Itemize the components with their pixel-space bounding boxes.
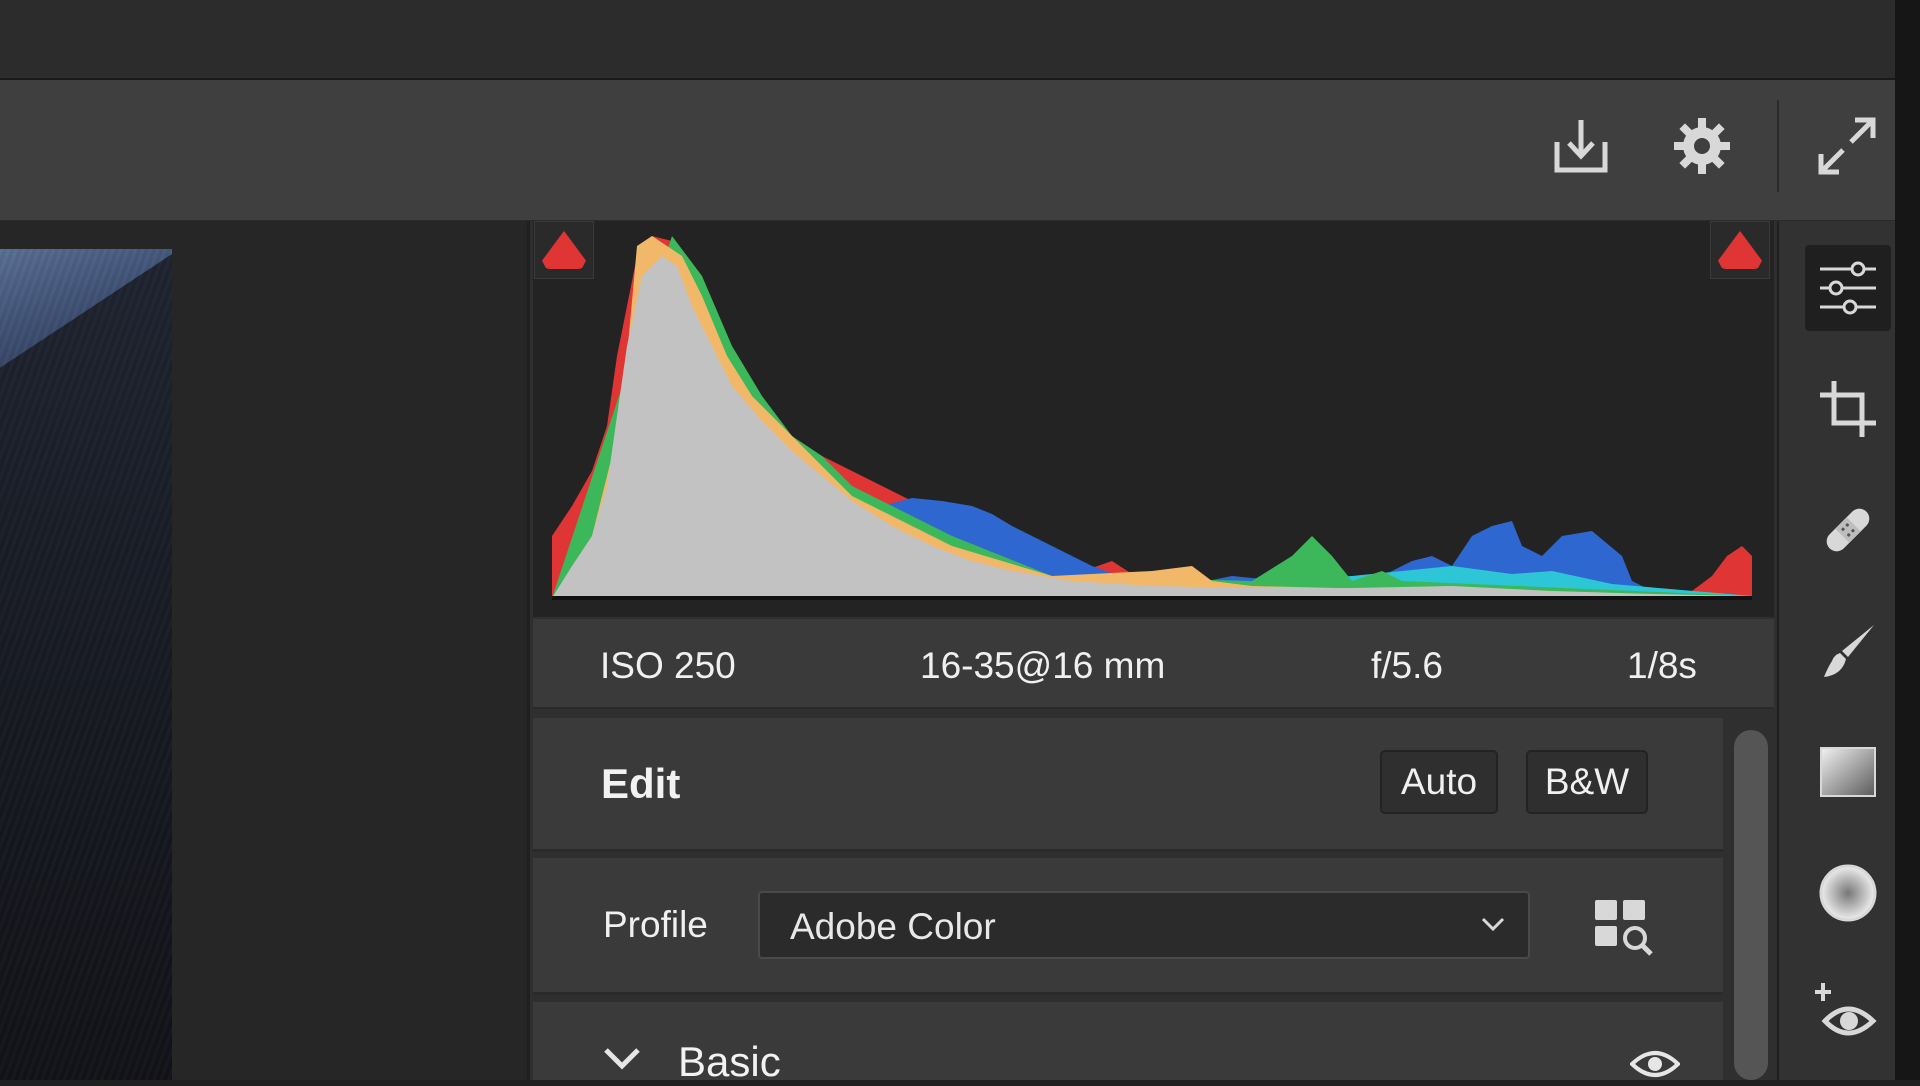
- healing-tool-button[interactable]: [1805, 487, 1891, 573]
- redeye-icon: [1815, 983, 1877, 1036]
- histogram-graph: [552, 236, 1752, 600]
- chevron-down-icon: [1481, 917, 1505, 932]
- aperture-value: f/5.6: [1371, 645, 1443, 686]
- bw-button[interactable]: B&W: [1526, 750, 1648, 814]
- auto-button[interactable]: Auto: [1380, 750, 1498, 814]
- crop-icon: [1820, 381, 1876, 437]
- radial-gradient-tool-button[interactable]: [1805, 850, 1891, 936]
- linear-gradient-tool-button[interactable]: [1805, 729, 1891, 815]
- redeye-tool-button[interactable]: [1805, 971, 1891, 1057]
- eye-icon[interactable]: [1630, 1048, 1680, 1080]
- profile-select[interactable]: Adobe Color: [758, 891, 1530, 959]
- sliders-icon: [1820, 261, 1876, 315]
- photo-preview[interactable]: [0, 249, 172, 1080]
- lens-value: 16-35@16 mm: [920, 645, 1166, 686]
- profile-select-value: Adobe Color: [790, 906, 996, 947]
- brush-icon: [1824, 625, 1874, 677]
- expand-icon[interactable]: [1815, 114, 1879, 178]
- profile-browser-icon[interactable]: [1595, 900, 1655, 956]
- chevron-down-icon[interactable]: [600, 1042, 644, 1072]
- radial-gradient-icon: [1819, 864, 1877, 922]
- exif-info-bar: ISO 250 16-35@16 mm f/5.6 1/8s: [533, 619, 1774, 709]
- crop-tool-button[interactable]: [1805, 366, 1891, 452]
- edit-tool-button[interactable]: [1805, 245, 1891, 331]
- toolbar-divider: [1777, 100, 1779, 192]
- profile-label: Profile: [603, 904, 708, 945]
- panel-scrollbar-thumb[interactable]: [1734, 730, 1768, 1080]
- window-edge: [1895, 0, 1920, 1080]
- iso-value: ISO 250: [600, 645, 736, 686]
- shutter-value: 1/8s: [1627, 645, 1697, 686]
- basic-section-title: Basic: [678, 1038, 781, 1085]
- bandage-icon: [1826, 508, 1870, 552]
- linear-gradient-icon: [1820, 747, 1876, 797]
- edit-title: Edit: [601, 760, 681, 807]
- brush-tool-button[interactable]: [1805, 608, 1891, 694]
- download-icon[interactable]: [1549, 114, 1613, 178]
- window-titlebar: [0, 0, 1920, 80]
- gear-icon[interactable]: [1670, 114, 1734, 178]
